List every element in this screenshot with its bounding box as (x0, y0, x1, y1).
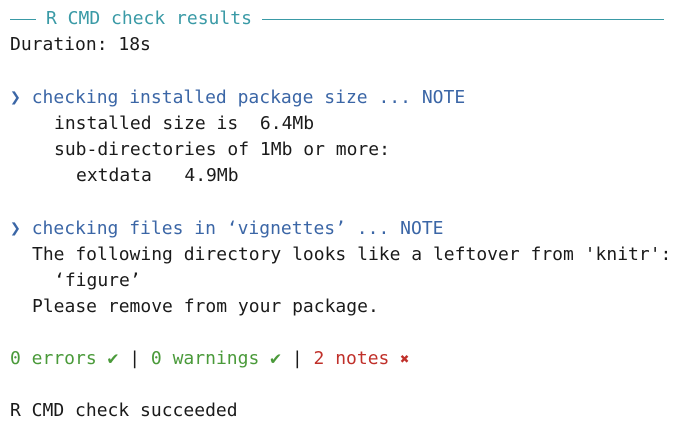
summary-separator: | (291, 348, 303, 369)
check-summary: 0 errors ✔ | 0 warnings ✔ | 2 notes ✖ (10, 346, 409, 372)
cross-icon: ✖ (400, 350, 410, 368)
chevron-right-icon: ❯ (10, 218, 21, 239)
header-rule-right (261, 18, 664, 20)
output-line: extdata 4.9Mb (76, 165, 239, 186)
summary-separator: | (129, 348, 141, 369)
errors-count: 0 errors (10, 348, 97, 369)
terminal-output: R CMD check results Duration: 18s ❯ chec… (0, 0, 678, 428)
duration-text: Duration: 18s (10, 34, 151, 55)
chevron-right-icon: ❯ (10, 87, 21, 108)
checkmark-icon: ✔ (107, 348, 119, 369)
warnings-count: 0 warnings (150, 348, 260, 369)
output-line: ‘figure’ (54, 270, 141, 291)
check-heading-vignettes: ❯ checking files in ‘vignettes’ ... NOTE (10, 216, 444, 242)
output-line: installed size is 6.4Mb (54, 113, 315, 134)
check-heading-package-size: ❯ checking installed package size ... NO… (10, 85, 465, 111)
results-title: R CMD check results (46, 8, 252, 29)
notes-count: 2 notes (313, 348, 390, 369)
output-line: sub-directories of 1Mb or more: (54, 139, 390, 160)
check-result-text: R CMD check succeeded (10, 400, 238, 421)
check-heading-text: checking files in ‘vignettes’ ... NOTE (31, 218, 444, 239)
checkmark-icon: ✔ (270, 348, 281, 369)
check-heading-text: checking installed package size ... NOTE (31, 87, 466, 108)
header-rule-left (10, 18, 36, 20)
output-line: The following directory looks like a lef… (32, 244, 672, 265)
output-line: Please remove from your package. (32, 296, 379, 317)
results-header: R CMD check results (10, 6, 664, 32)
